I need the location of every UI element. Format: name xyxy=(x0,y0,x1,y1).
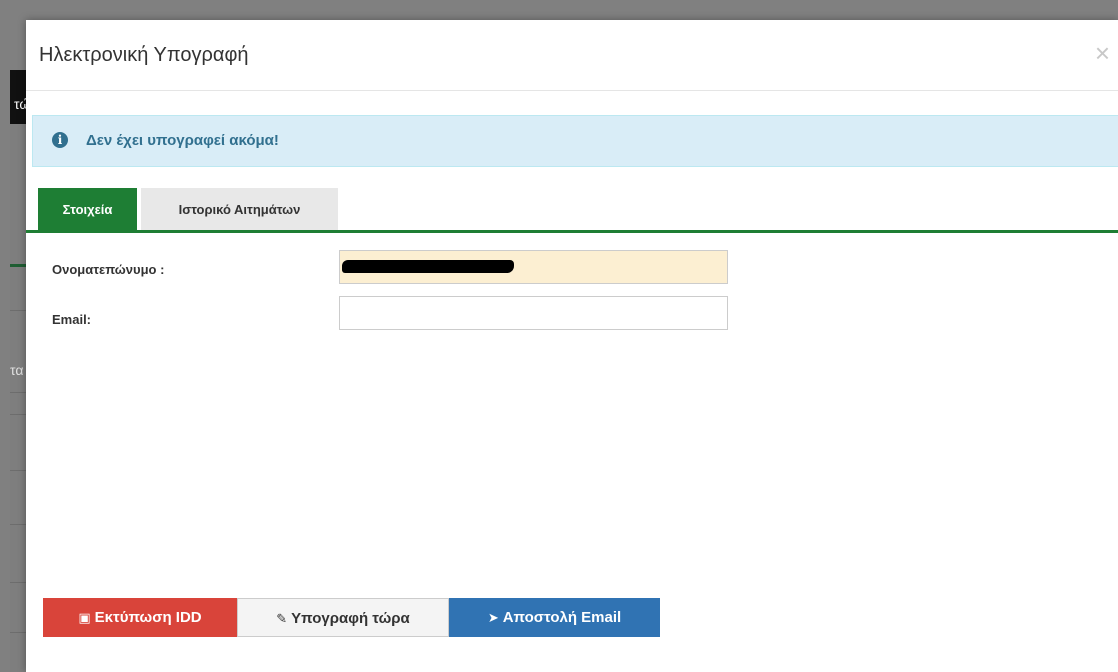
modal-header: Ηλεκτρονική Υπογραφή × xyxy=(26,20,1118,91)
alert-text: Δεν έχει υπογραφεί ακόμα! xyxy=(86,132,279,149)
status-alert: i Δεν έχει υπογραφεί ακόμα! xyxy=(32,115,1118,167)
print-idd-button[interactable]: ▣ Εκτύπωση IDD xyxy=(43,598,237,637)
modal-title: Ηλεκτρονική Υπογραφή xyxy=(39,44,249,66)
tab-details[interactable]: Στοιχεία xyxy=(38,188,137,230)
send-icon: ➤ xyxy=(487,611,499,626)
close-icon[interactable]: × xyxy=(1095,38,1110,69)
tab-request-history[interactable]: Ιστορικό Αιτημάτων xyxy=(141,188,338,230)
redacted-name-mark xyxy=(342,260,514,273)
name-label: Ονοματεπώνυμο : xyxy=(52,262,165,277)
tab-bar: Στοιχεία Ιστορικό Αιτημάτων xyxy=(26,188,1118,233)
sign-now-label: Υπογραφή τώρα xyxy=(291,610,410,627)
info-icon: i xyxy=(52,132,68,148)
send-email-button[interactable]: ➤ Αποστολή Email xyxy=(449,598,660,637)
signature-modal: Ηλεκτρονική Υπογραφή × i Δεν έχει υπογρα… xyxy=(26,20,1118,672)
pdf-icon: ▣ xyxy=(78,611,91,626)
send-email-label: Αποστολή Email xyxy=(502,609,622,626)
background-text-fragment: τα xyxy=(10,362,24,378)
print-idd-label: Εκτύπωση IDD xyxy=(94,609,202,626)
edit-icon: ✎ xyxy=(276,612,288,627)
email-label: Email: xyxy=(52,312,92,327)
sign-now-button[interactable]: ✎ Υπογραφή τώρα xyxy=(237,598,449,637)
email-field[interactable] xyxy=(339,296,728,330)
